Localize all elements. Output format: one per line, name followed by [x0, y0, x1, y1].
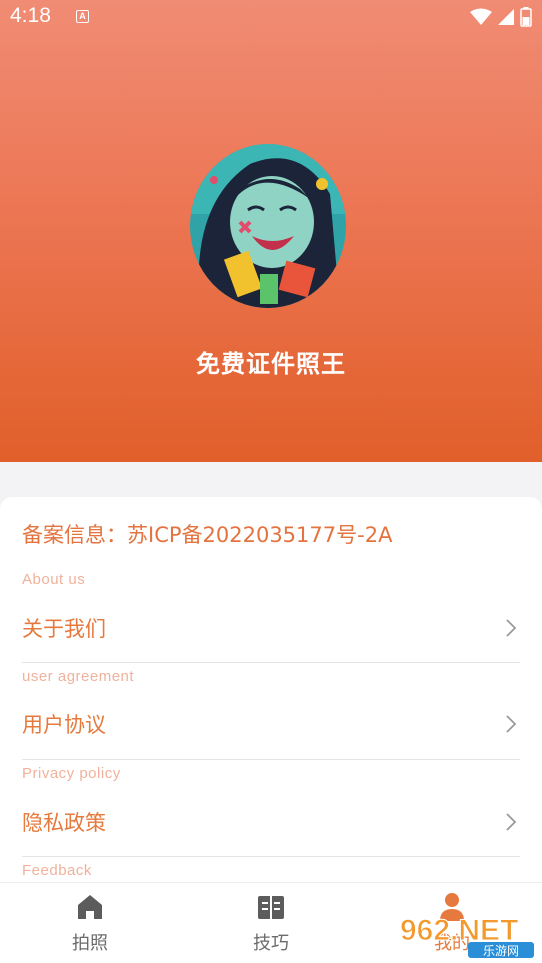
svg-text:乐游网: 乐游网 [483, 944, 519, 958]
signal-icon [498, 9, 514, 25]
avatar-illustration [190, 144, 346, 308]
settings-card: 备案信息：苏ICP备2022035177号-2A About us 关于我们 u… [0, 497, 542, 882]
menu-item-label: 隐私政策 [22, 811, 106, 835]
menu-item-about-us[interactable]: 关于我们 [22, 601, 520, 657]
status-time: 4:18 [10, 4, 51, 27]
divider [22, 856, 520, 857]
profile-header: 4:18 A 免费证件照王 [0, 0, 542, 462]
divider [22, 662, 520, 663]
menu-item-user-agreement[interactable]: 用户协议 [22, 697, 520, 753]
avatar[interactable] [190, 144, 346, 308]
menu-item-privacy-policy[interactable]: 隐私政策 [22, 795, 520, 851]
menu-item-label: 用户协议 [22, 713, 106, 737]
section-sub-about: About us [22, 571, 86, 588]
icp-record-info: 备案信息：苏ICP备2022035177号-2A [22, 523, 393, 547]
tab-label: 拍照 [72, 933, 108, 954]
notification-a-icon: A [76, 10, 89, 23]
section-sub-feedback: Feedback [22, 862, 92, 879]
chevron-right-icon [506, 619, 517, 637]
divider [22, 759, 520, 760]
home-icon [78, 895, 102, 919]
battery-icon [520, 7, 532, 27]
chevron-right-icon [506, 715, 517, 733]
wifi-icon [470, 8, 492, 25]
book-icon [258, 896, 284, 919]
tab-photo[interactable]: 拍照 [30, 883, 150, 963]
section-sub-privacy: Privacy policy [22, 765, 121, 782]
menu-item-label: 关于我们 [22, 617, 106, 641]
app-name: 免费证件照王 [196, 350, 346, 378]
watermark-logo: 962.NET 乐游网 [398, 908, 538, 958]
status-bar: 4:18 A [0, 0, 542, 36]
chevron-right-icon [506, 813, 517, 831]
section-sub-agreement: user agreement [22, 668, 135, 685]
tab-tips[interactable]: 技巧 [211, 883, 331, 963]
tab-label: 技巧 [253, 933, 289, 954]
